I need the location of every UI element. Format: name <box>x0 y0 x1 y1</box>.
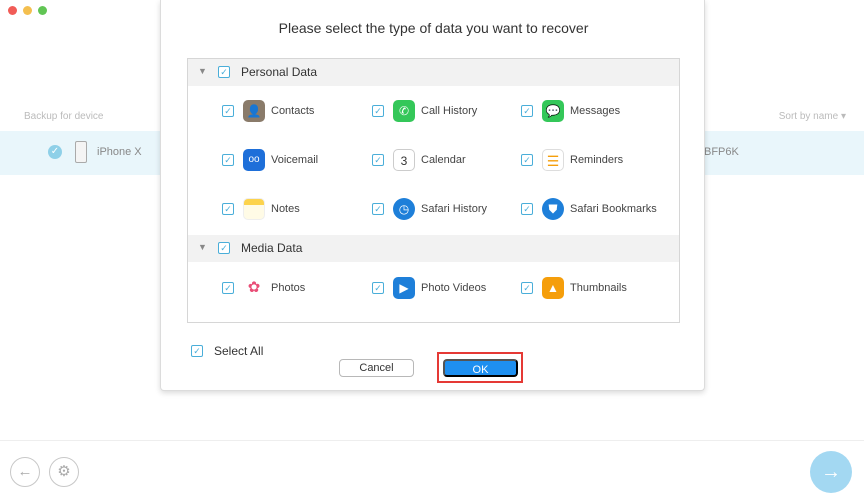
voicemail-icon: oo <box>243 149 265 171</box>
settings-gear-icon[interactable]: ⚙ <box>49 457 79 487</box>
ok-button[interactable]: OK <box>443 359 518 377</box>
item-label: Calendar <box>421 154 466 166</box>
item-label: Messages <box>570 105 621 117</box>
next-arrow-icon[interactable]: → <box>810 451 852 493</box>
notes-icon <box>243 198 265 220</box>
expand-triangle-icon[interactable]: ▼ <box>198 66 207 76</box>
safari-history-checkbox[interactable]: ✓ <box>372 203 384 215</box>
item-label: Safari History <box>421 203 488 215</box>
cancel-button[interactable]: Cancel <box>339 359 414 377</box>
select-all-checkbox[interactable]: ✓ <box>191 345 203 357</box>
select-all-label: Select All <box>214 344 264 358</box>
voicemail-checkbox[interactable]: ✓ <box>222 154 234 166</box>
item-label: Voicemail <box>271 154 319 166</box>
photo-videos-icon: ▶ <box>393 277 415 299</box>
notes-checkbox[interactable]: ✓ <box>222 203 234 215</box>
device-name: iPhone X <box>97 146 142 158</box>
item-label: Photo Videos <box>421 282 487 294</box>
selected-check-icon: ✓ <box>48 145 62 159</box>
dialog-title: Please select the type of data you want … <box>278 20 589 36</box>
section-label: Media Data <box>241 241 303 255</box>
contacts-checkbox[interactable]: ✓ <box>222 105 234 117</box>
recover-data-dialog: Please select the type of data you want … <box>160 0 705 391</box>
item-label: Photos <box>271 282 306 294</box>
contacts-icon: 👤 <box>243 100 265 122</box>
thumbnails-icon: ▲ <box>542 277 564 299</box>
messages-checkbox[interactable]: ✓ <box>521 105 533 117</box>
photos-icon: ✿ <box>243 277 265 299</box>
sort-by-dropdown[interactable]: Sort by name ▾ <box>779 111 846 122</box>
safari-bookmarks-icon: ⛊ <box>542 198 564 220</box>
personal-data-checkbox[interactable]: ✓ <box>218 66 230 78</box>
messages-icon: 💬 <box>542 100 564 122</box>
back-arrow-icon[interactable]: ← <box>10 457 40 487</box>
calendar-checkbox[interactable]: ✓ <box>372 154 384 166</box>
expand-triangle-icon[interactable]: ▼ <box>198 242 207 252</box>
item-label: Contacts <box>271 105 315 117</box>
backup-for-device-label: Backup for device <box>24 111 104 122</box>
zoom-window-button[interactable] <box>38 6 47 15</box>
footer-divider <box>0 440 864 441</box>
item-label: Reminders <box>570 154 624 166</box>
device-serial: BFP6K <box>704 146 739 158</box>
item-label: Safari Bookmarks <box>570 203 657 215</box>
minimize-window-button[interactable] <box>23 6 32 15</box>
item-label: Notes <box>271 203 300 215</box>
section-label: Personal Data <box>241 65 318 79</box>
call-history-checkbox[interactable]: ✓ <box>372 105 384 117</box>
reminders-icon: ☰ <box>542 149 564 171</box>
item-label: Call History <box>421 105 478 117</box>
section-media-data[interactable]: ▼ ✓ Media Data <box>188 235 679 262</box>
iphone-icon <box>75 141 87 163</box>
safari-bookmarks-checkbox[interactable]: ✓ <box>521 203 533 215</box>
section-personal-data[interactable]: ▼ ✓ Personal Data <box>188 59 679 86</box>
item-label: Thumbnails <box>570 282 627 294</box>
photos-checkbox[interactable]: ✓ <box>222 282 234 294</box>
thumbnails-checkbox[interactable]: ✓ <box>521 282 533 294</box>
safari-history-icon: ◷ <box>393 198 415 220</box>
calendar-icon: 3 <box>393 149 415 171</box>
data-type-list: ▼ ✓ Personal Data ✓ 👤 Contacts ✓ ✆ Call … <box>187 58 680 323</box>
reminders-checkbox[interactable]: ✓ <box>521 154 533 166</box>
photo-videos-checkbox[interactable]: ✓ <box>372 282 384 294</box>
media-data-checkbox[interactable]: ✓ <box>218 242 230 254</box>
close-window-button[interactable] <box>8 6 17 15</box>
window-controls <box>8 6 47 15</box>
phone-icon: ✆ <box>393 100 415 122</box>
